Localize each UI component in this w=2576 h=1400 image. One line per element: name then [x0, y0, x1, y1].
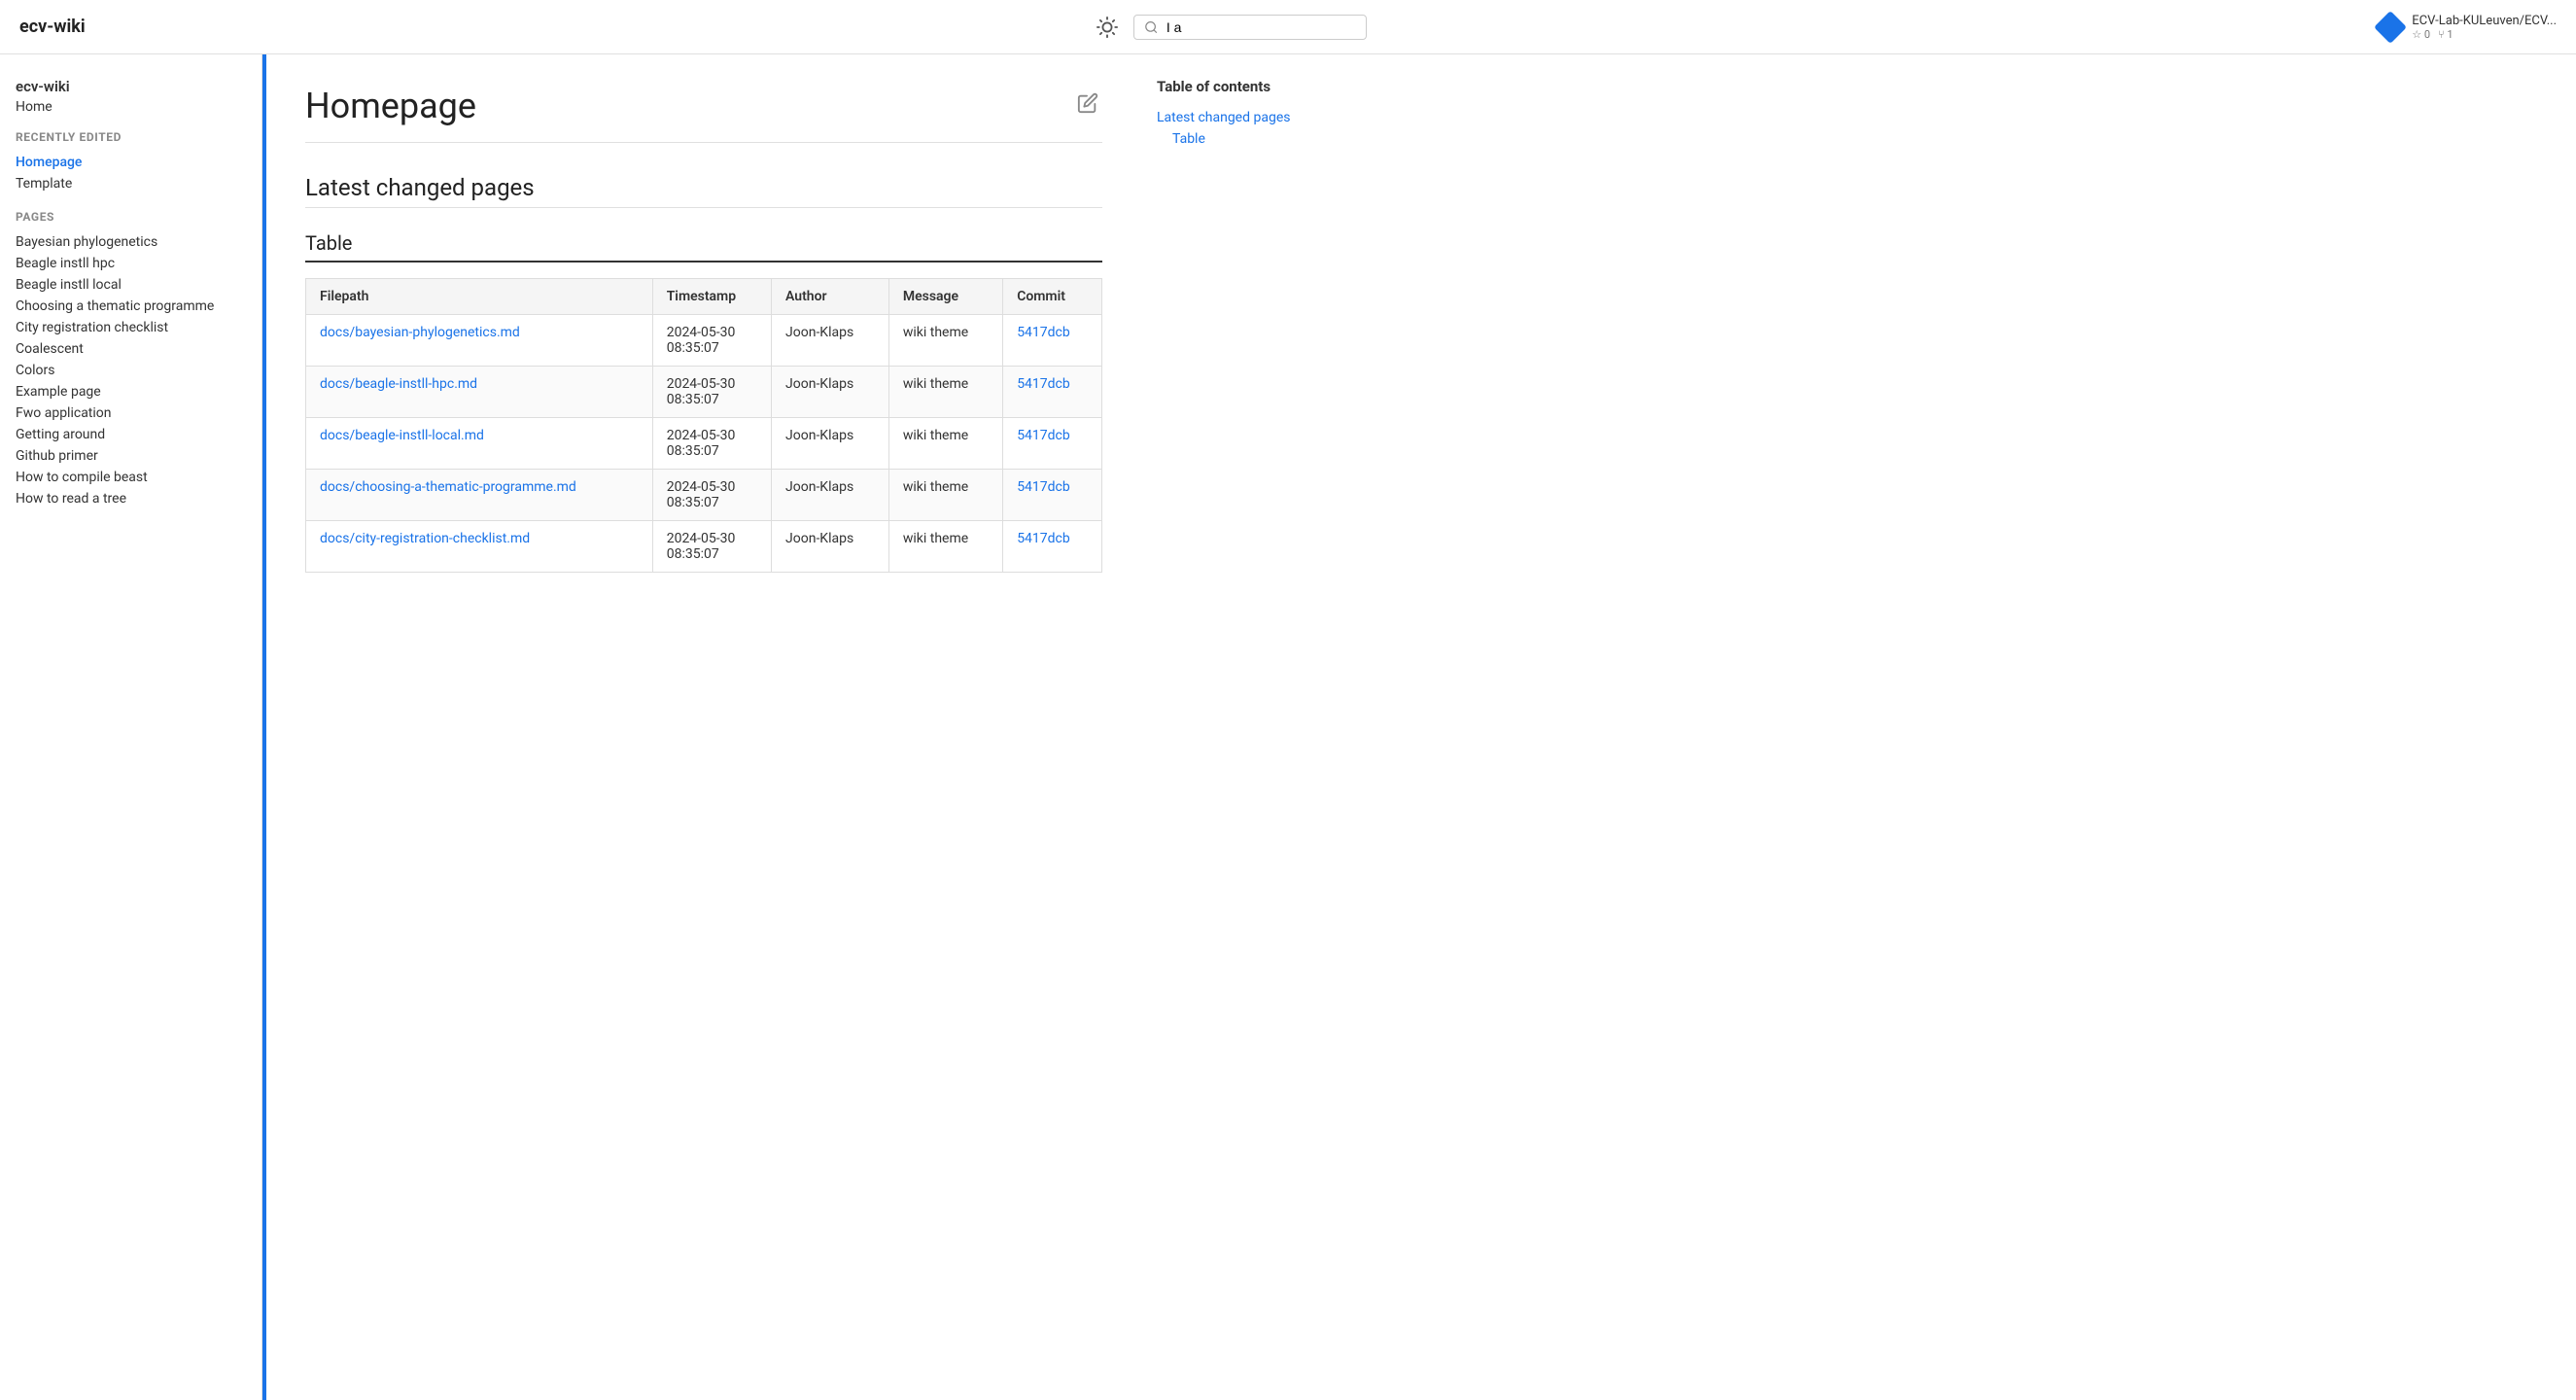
- table-row: docs/beagle-instll-hpc.md 2024-05-30 08:…: [306, 367, 1102, 418]
- navbar-center: [1097, 15, 1367, 40]
- sidebar-item-choosing[interactable]: Choosing a thematic programme: [16, 296, 246, 317]
- theme-toggle-button[interactable]: [1097, 17, 1118, 38]
- commit-link-3[interactable]: 5417dcb: [1017, 479, 1070, 495]
- cell-timestamp-1: 2024-05-30 08:35:07: [652, 367, 771, 418]
- cell-timestamp-0: 2024-05-30 08:35:07: [652, 315, 771, 367]
- gitea-icon: [2374, 11, 2407, 44]
- sidebar-item-example[interactable]: Example page: [16, 381, 246, 402]
- sidebar-home-link[interactable]: Home: [16, 99, 246, 115]
- cell-message-0: wiki theme: [888, 315, 1002, 367]
- toc-title: Table of contents: [1157, 78, 1340, 95]
- sidebar-brand: ecv-wiki: [16, 78, 246, 95]
- navbar-brand[interactable]: ecv-wiki: [19, 17, 86, 37]
- cell-filepath-2: docs/beagle-instll-local.md: [306, 418, 653, 470]
- main-content: Homepage Latest changed pages Table File…: [266, 54, 1141, 1400]
- table-row: docs/choosing-a-thematic-programme.md 20…: [306, 470, 1102, 521]
- page-title: Homepage: [305, 86, 476, 126]
- section-latest-changed: Latest changed pages: [305, 174, 1102, 208]
- cell-author-2: Joon-Klaps: [772, 418, 889, 470]
- search-icon: [1144, 19, 1158, 35]
- cell-commit-0: 5417dcb: [1003, 315, 1102, 367]
- cell-message-3: wiki theme: [888, 470, 1002, 521]
- filepath-link-3[interactable]: docs/choosing-a-thematic-programme.md: [320, 479, 576, 495]
- user-forks: ⑂ 1: [2438, 28, 2454, 41]
- user-name-label: ECV-Lab-KULeuven/ECV...: [2412, 14, 2557, 28]
- layout: ecv-wiki Home Recently edited Homepage T…: [0, 54, 2576, 1400]
- table-row: docs/city-registration-checklist.md 2024…: [306, 521, 1102, 573]
- commit-link-2[interactable]: 5417dcb: [1017, 428, 1070, 443]
- section-table-heading: Table: [305, 231, 1102, 262]
- cell-timestamp-3: 2024-05-30 08:35:07: [652, 470, 771, 521]
- cell-author-3: Joon-Klaps: [772, 470, 889, 521]
- search-input[interactable]: [1166, 19, 1357, 35]
- table-row: docs/beagle-instll-local.md 2024-05-30 0…: [306, 418, 1102, 470]
- commit-link-4[interactable]: 5417dcb: [1017, 531, 1070, 546]
- toc-sidebar: Table of contents Latest changed pages T…: [1141, 54, 1355, 1400]
- commit-link-0[interactable]: 5417dcb: [1017, 325, 1070, 340]
- filepath-link-2[interactable]: docs/beagle-instll-local.md: [320, 428, 484, 443]
- search-box[interactable]: [1133, 15, 1367, 40]
- filepath-link-0[interactable]: docs/bayesian-phylogenetics.md: [320, 325, 520, 340]
- sidebar-item-city-reg[interactable]: City registration checklist: [16, 317, 246, 338]
- cell-commit-3: 5417dcb: [1003, 470, 1102, 521]
- col-author: Author: [772, 279, 889, 315]
- cell-author-1: Joon-Klaps: [772, 367, 889, 418]
- sidebar-item-fwo[interactable]: Fwo application: [16, 402, 246, 424]
- navbar: ecv-wiki ECV-Lab-KULeuven/ECV.: [0, 0, 2576, 54]
- cell-filepath-4: docs/city-registration-checklist.md: [306, 521, 653, 573]
- navbar-user-area: ECV-Lab-KULeuven/ECV... ☆ 0 ⑂ 1: [2379, 14, 2557, 41]
- cell-timestamp-2: 2024-05-30 08:35:07: [652, 418, 771, 470]
- pages-label: Pages: [16, 210, 246, 224]
- sidebar-item-bayesian[interactable]: Bayesian phylogenetics: [16, 231, 246, 253]
- cell-filepath-3: docs/choosing-a-thematic-programme.md: [306, 470, 653, 521]
- cell-timestamp-4: 2024-05-30 08:35:07: [652, 521, 771, 573]
- cell-commit-4: 5417dcb: [1003, 521, 1102, 573]
- col-commit: Commit: [1003, 279, 1102, 315]
- cell-author-4: Joon-Klaps: [772, 521, 889, 573]
- col-timestamp: Timestamp: [652, 279, 771, 315]
- sidebar-item-template[interactable]: Template: [16, 173, 246, 194]
- cell-message-2: wiki theme: [888, 418, 1002, 470]
- cell-filepath-1: docs/beagle-instll-hpc.md: [306, 367, 653, 418]
- sidebar-item-read-tree[interactable]: How to read a tree: [16, 488, 246, 509]
- sidebar: ecv-wiki Home Recently edited Homepage T…: [0, 54, 262, 1400]
- sidebar-item-beagle-hpc[interactable]: Beagle instll hpc: [16, 253, 246, 274]
- user-stars: ☆ 0: [2412, 28, 2430, 41]
- sidebar-item-coalescent[interactable]: Coalescent: [16, 338, 246, 360]
- cell-commit-1: 5417dcb: [1003, 367, 1102, 418]
- table-row: docs/bayesian-phylogenetics.md 2024-05-3…: [306, 315, 1102, 367]
- cell-message-1: wiki theme: [888, 367, 1002, 418]
- filepath-link-1[interactable]: docs/beagle-instll-hpc.md: [320, 376, 477, 392]
- sidebar-item-beagle-local[interactable]: Beagle instll local: [16, 274, 246, 296]
- sidebar-item-homepage[interactable]: Homepage: [16, 152, 246, 173]
- sidebar-item-compile-beast[interactable]: How to compile beast: [16, 467, 246, 488]
- col-filepath: Filepath: [306, 279, 653, 315]
- toc-link-latest[interactable]: Latest changed pages: [1157, 107, 1340, 128]
- sidebar-item-github[interactable]: Github primer: [16, 445, 246, 467]
- user-info: ECV-Lab-KULeuven/ECV... ☆ 0 ⑂ 1: [2412, 14, 2557, 41]
- col-message: Message: [888, 279, 1002, 315]
- cell-author-0: Joon-Klaps: [772, 315, 889, 367]
- filepath-link-4[interactable]: docs/city-registration-checklist.md: [320, 531, 530, 546]
- table-header-row: Filepath Timestamp Author Message Commit: [306, 279, 1102, 315]
- sidebar-item-colors[interactable]: Colors: [16, 360, 246, 381]
- cell-commit-2: 5417dcb: [1003, 418, 1102, 470]
- recently-edited-label: Recently edited: [16, 130, 246, 144]
- page-title-row: Homepage: [305, 86, 1102, 143]
- edit-page-button[interactable]: [1073, 88, 1102, 123]
- commit-link-1[interactable]: 5417dcb: [1017, 376, 1070, 392]
- cell-filepath-0: docs/bayesian-phylogenetics.md: [306, 315, 653, 367]
- user-stats: ☆ 0 ⑂ 1: [2412, 28, 2557, 41]
- toc-link-table[interactable]: Table: [1157, 128, 1340, 150]
- sidebar-item-getting-around[interactable]: Getting around: [16, 424, 246, 445]
- cell-message-4: wiki theme: [888, 521, 1002, 573]
- changes-table: Filepath Timestamp Author Message Commit…: [305, 278, 1102, 573]
